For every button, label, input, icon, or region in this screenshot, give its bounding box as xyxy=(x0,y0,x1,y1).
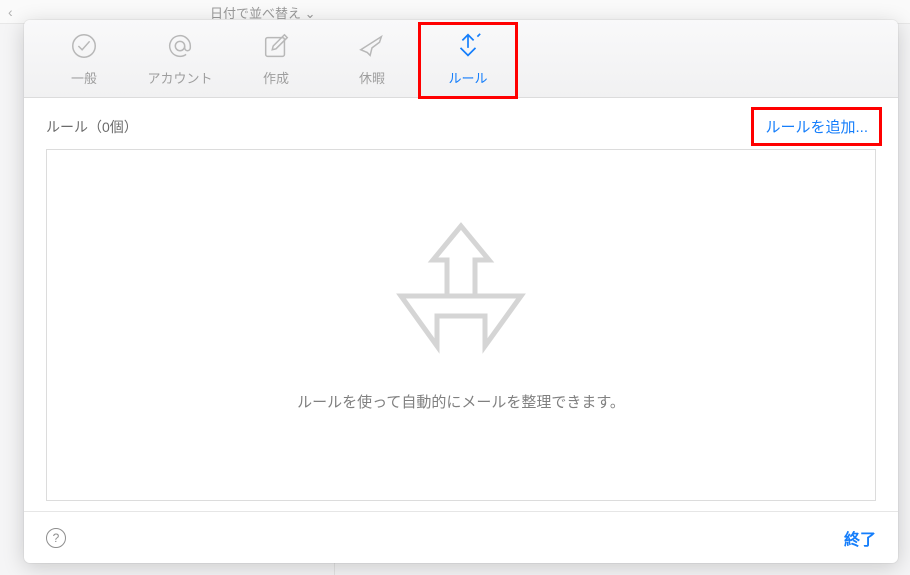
tab-label: 作成 xyxy=(263,68,289,87)
tab-general[interactable]: 一般 xyxy=(36,20,132,97)
add-rule-button[interactable]: ルールを追加... xyxy=(757,114,876,139)
tab-label: アカウント xyxy=(147,68,212,87)
tab-accounts[interactable]: アカウント xyxy=(132,20,228,97)
checkmark-circle-icon xyxy=(69,31,99,64)
tab-label: 休暇 xyxy=(359,68,385,87)
back-chevron-icon[interactable]: ‹ xyxy=(8,4,13,20)
rules-count-label: ルール（0個） xyxy=(46,117,138,137)
help-button[interactable]: ? xyxy=(46,528,66,548)
done-button[interactable]: 終了 xyxy=(844,526,876,550)
rules-empty-message: ルールを使って自動的にメールを整理できます。 xyxy=(297,391,625,412)
prefs-toolbar: 一般 アカウント 作成 xyxy=(24,20,898,98)
rules-header: ルール（0個） ルールを追加... xyxy=(46,114,876,139)
tab-rules[interactable]: ルール xyxy=(420,20,516,97)
tab-vacation[interactable]: 休暇 xyxy=(324,20,420,97)
add-rule-label: ルールを追加... xyxy=(765,119,868,136)
rules-arrows-icon xyxy=(453,31,483,64)
preferences-modal: 一般 アカウント 作成 xyxy=(24,20,898,563)
tab-label: ルール xyxy=(448,68,487,87)
rules-empty-icon xyxy=(381,208,541,373)
airplane-icon xyxy=(357,31,387,64)
help-icon: ? xyxy=(53,531,60,545)
rules-empty-box: ルールを使って自動的にメールを整理できます。 xyxy=(46,149,876,501)
tab-compose[interactable]: 作成 xyxy=(228,20,324,97)
done-label: 終了 xyxy=(844,532,876,549)
modal-footer: ? 終了 xyxy=(24,511,898,563)
tab-label: 一般 xyxy=(71,68,97,87)
at-sign-icon xyxy=(165,31,195,64)
rules-panel: ルール（0個） ルールを追加... ルールを使って自動的にメールを整理できます。 xyxy=(24,98,898,511)
compose-icon xyxy=(261,31,291,64)
